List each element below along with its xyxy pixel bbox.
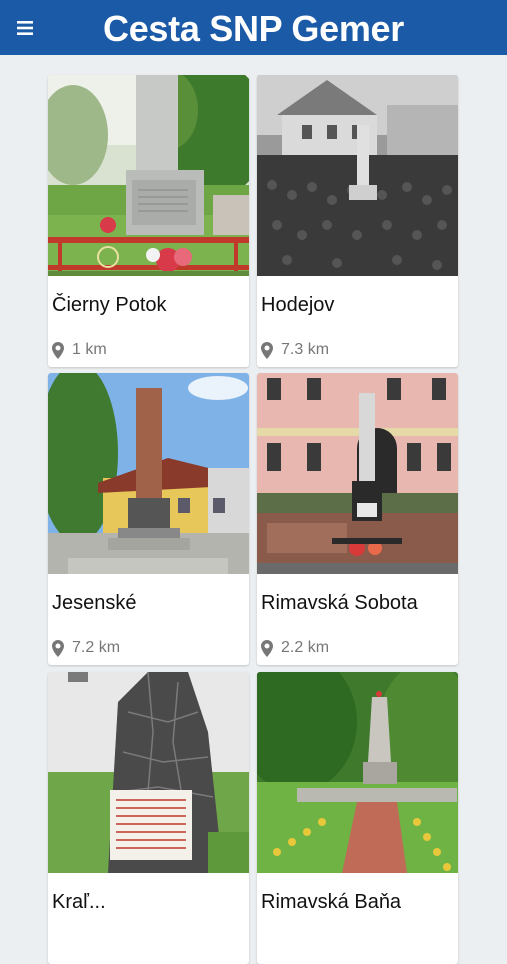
place-distance: 7.2 km — [52, 639, 120, 657]
place-photo — [257, 75, 458, 276]
place-name: Hodejov — [261, 294, 335, 316]
map-pin-icon — [52, 639, 64, 657]
place-distance: 1 km — [52, 341, 107, 359]
place-photo — [257, 672, 458, 873]
distance-label: 1 km — [72, 341, 107, 358]
place-card-cierny-potok[interactable]: Čierny Potok 1 km — [48, 75, 249, 367]
map-pin-icon — [261, 639, 273, 657]
app-title: Cesta SNP Gemer — [103, 8, 404, 49]
place-name: Čierny Potok — [52, 294, 167, 316]
map-pin-icon — [52, 341, 64, 359]
place-card-5[interactable]: Kraľ... — [48, 672, 249, 964]
place-distance: 7.3 km — [261, 341, 329, 359]
distance-label: 7.2 km — [72, 639, 121, 656]
place-card-jesenske[interactable]: Jesenské 7.2 km — [48, 373, 249, 665]
map-pin-icon — [261, 341, 273, 359]
place-card-rimavska-sobota[interactable]: Rimavská Sobota 2.2 km — [257, 373, 458, 665]
place-card-6[interactable]: Rimavská Baňa — [257, 672, 458, 964]
place-card-hodejov[interactable]: Hodejov 7.3 km — [257, 75, 458, 367]
place-photo — [48, 672, 249, 873]
place-photo — [48, 75, 249, 276]
place-name: Jesenské — [52, 592, 137, 614]
distance-label: 7.3 km — [281, 341, 330, 358]
place-photo — [257, 373, 458, 574]
app-bar: Cesta SNP Gemer — [0, 0, 507, 55]
place-name: Kraľ... — [52, 891, 106, 913]
place-distance: 2.2 km — [261, 639, 329, 657]
place-name: Rimavská Sobota — [261, 592, 418, 614]
distance-label: 2.2 km — [281, 639, 330, 656]
place-name: Rimavská Baňa — [261, 891, 402, 913]
place-photo — [48, 373, 249, 574]
